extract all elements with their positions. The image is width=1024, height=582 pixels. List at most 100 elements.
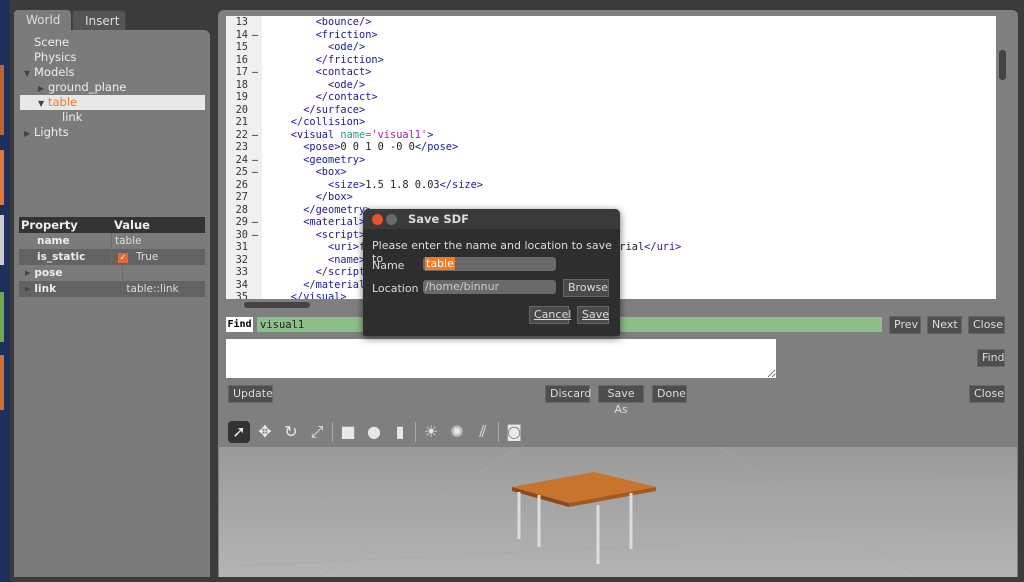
tree-item-label: ground_plane xyxy=(48,80,127,94)
property-row-link[interactable]: ▶ link table::link xyxy=(19,281,205,297)
line-number: 24 xyxy=(235,153,248,166)
directional-light-icon[interactable]: ⫽ xyxy=(472,421,494,443)
tree-item-label: Scene xyxy=(34,35,70,49)
code-text: <ode/> xyxy=(266,78,366,91)
fold-marker[interactable]: – xyxy=(248,66,262,79)
prev-button[interactable]: Prev xyxy=(889,316,921,334)
name-value: table xyxy=(425,257,455,270)
expanded-arrow-icon[interactable]: ▼ xyxy=(38,96,48,111)
rotate-icon[interactable]: ↻ xyxy=(280,421,302,443)
sphere-icon[interactable]: ● xyxy=(363,421,385,443)
message-area[interactable] xyxy=(226,339,776,378)
code-text: </friction> xyxy=(266,53,384,66)
scale-icon[interactable]: ⤢ xyxy=(306,421,328,443)
fold-marker[interactable]: – xyxy=(248,154,262,167)
property-value: ✓ True xyxy=(111,249,205,265)
close-button[interactable]: Close xyxy=(969,385,1005,403)
toolbar-separator xyxy=(415,422,416,442)
line-number: 13 xyxy=(235,16,248,28)
code-text: <box> xyxy=(266,166,347,178)
close-icon[interactable] xyxy=(372,214,383,225)
next-button[interactable]: Next xyxy=(927,316,962,334)
property-value: table xyxy=(111,233,205,249)
collapsed-arrow-icon[interactable]: ▶ xyxy=(38,81,48,96)
horizontal-scrollbar[interactable] xyxy=(244,302,310,308)
cylinder-icon[interactable]: ▮ xyxy=(389,421,411,443)
code-text: <ode/> xyxy=(266,41,366,53)
scene-toolbar: ➚ ✥ ↻ ⤢ ■ ● ▮ ☀ ✺ ⫽ ◙ xyxy=(228,419,525,445)
tree-item-label: Physics xyxy=(34,50,77,64)
tree-item-Scene[interactable]: Scene xyxy=(20,35,205,50)
code-text: <pose>0 0 1 0 -0 0</pose> xyxy=(266,141,459,153)
maximize-icon[interactable] xyxy=(386,214,397,225)
checkbox-icon[interactable]: ✓ xyxy=(118,253,128,263)
fold-marker[interactable]: – xyxy=(248,129,262,142)
tab-insert[interactable]: Insert xyxy=(72,10,126,31)
browse-button[interactable]: Browse xyxy=(563,279,609,297)
property-key: link xyxy=(34,283,57,295)
dialog-title: Save SDF xyxy=(363,209,620,229)
translate-icon[interactable]: ✥ xyxy=(254,421,276,443)
arrow-select-icon[interactable]: ➚ xyxy=(228,421,250,443)
line-number: 27 xyxy=(235,191,248,203)
code-text: </geometry> xyxy=(266,203,372,216)
tree-item-table[interactable]: ▼ table xyxy=(20,95,205,110)
code-text: </collision> xyxy=(266,116,366,128)
tree-item-link[interactable]: link xyxy=(20,110,205,125)
code-text: </surface> xyxy=(266,103,366,116)
done-button[interactable]: Done xyxy=(652,385,687,403)
line-number: 33 xyxy=(235,266,248,278)
discard-button[interactable]: Discard xyxy=(545,385,591,403)
code-line: 20 </surface> xyxy=(226,104,986,117)
save-as-button[interactable]: Save As xyxy=(598,385,644,416)
find-close-button[interactable]: Close xyxy=(968,316,1005,334)
location-input[interactable]: /home/binnur xyxy=(423,280,556,294)
tree-item-Lights[interactable]: ▶ Lights xyxy=(20,125,205,140)
find-button[interactable]: Find xyxy=(977,349,1005,367)
line-number: 16 xyxy=(235,53,248,66)
property-key: pose xyxy=(34,267,63,279)
collapsed-arrow-icon[interactable]: ▶ xyxy=(24,126,34,141)
box-icon[interactable]: ■ xyxy=(337,421,359,443)
line-number: 29 xyxy=(235,216,248,228)
save-button[interactable]: Save xyxy=(577,306,609,324)
code-line: 14– <friction> xyxy=(226,29,986,42)
vertical-scrollbar[interactable] xyxy=(999,50,1006,80)
fold-marker[interactable]: – xyxy=(248,29,262,42)
line-number: 26 xyxy=(235,178,248,191)
toolbar-separator xyxy=(332,422,333,442)
tree-item-label: link xyxy=(62,110,83,124)
line-number: 14 xyxy=(235,28,248,41)
fold-marker[interactable]: – xyxy=(248,229,262,242)
property-value-text: table::link xyxy=(126,283,179,295)
code-text: <friction> xyxy=(266,28,378,41)
spot-light-icon[interactable]: ✺ xyxy=(446,421,468,443)
name-input[interactable]: table xyxy=(423,257,556,271)
cancel-button[interactable]: Cancel xyxy=(529,306,571,324)
code-line: 21 </collision> xyxy=(226,116,986,129)
toolbar-separator xyxy=(498,422,499,442)
property-row-is-static[interactable]: is_static ✓ True xyxy=(19,249,205,265)
3d-viewport[interactable] xyxy=(218,446,1018,578)
property-row-pose[interactable]: ▶ pose xyxy=(19,265,205,281)
code-line: 13 <bounce/> xyxy=(226,16,986,29)
tree-item-Physics[interactable]: Physics xyxy=(20,50,205,65)
update-button[interactable]: Update xyxy=(228,385,273,403)
code-text: </script> xyxy=(266,266,372,278)
expanded-arrow-icon[interactable]: ▼ xyxy=(24,66,34,81)
point-light-icon[interactable]: ☀ xyxy=(420,421,442,443)
tree-item-Models[interactable]: ▼ Models xyxy=(20,65,205,80)
tree-item-label: Lights xyxy=(34,125,69,139)
table-model xyxy=(218,446,1018,578)
fold-marker[interactable]: – xyxy=(248,166,262,179)
tree-item-ground-plane[interactable]: ▶ ground_plane xyxy=(20,80,205,95)
fold-marker[interactable]: – xyxy=(248,216,262,229)
line-number: 31 xyxy=(235,241,248,253)
code-line: 26 <size>1.5 1.8 0.03</size> xyxy=(226,179,986,192)
property-key: name xyxy=(37,235,70,247)
tab-world[interactable]: World xyxy=(14,10,71,31)
code-line: 19 </contact> xyxy=(226,91,986,104)
code-text: <bounce/> xyxy=(266,16,372,28)
property-row-name[interactable]: name table xyxy=(19,233,205,249)
camera-icon[interactable]: ◙ xyxy=(503,421,525,443)
